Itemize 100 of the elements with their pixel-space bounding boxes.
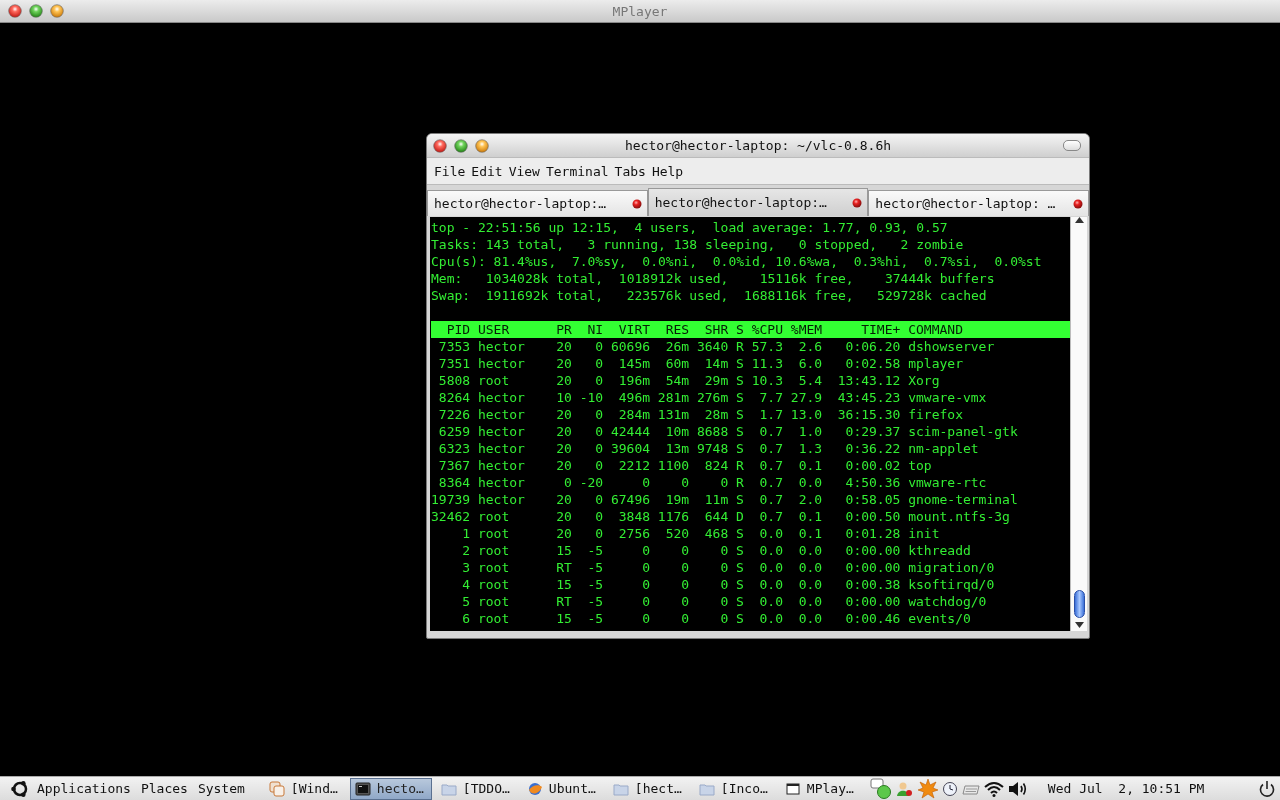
table-cell-text: 0:02.58 — [844, 355, 901, 372]
table-cell-text: 1 — [461, 525, 471, 542]
clock[interactable]: Wed Jul 2, 10:51 PM — [1047, 781, 1205, 796]
close-button[interactable] — [8, 4, 22, 18]
terminal-line: Cpu(s): 81.4%us, 7.0%sy, 0.0%ni, 0.0%id, 10.6%wa, 0.3%hi, 0.7%si, 0.0%st — [431, 253, 1043, 270]
table-cell: 39604 — [610, 440, 651, 457]
table-cell-text: 0 — [719, 559, 729, 576]
table-cell-text: 0:00.50 — [844, 508, 901, 525]
table-cell-text: 196m — [617, 372, 651, 389]
table-cell-text: 3848 — [617, 508, 651, 525]
minimize-button[interactable] — [475, 138, 489, 153]
menu-item[interactable]: Help — [648, 163, 687, 179]
close-icon[interactable] — [852, 197, 863, 208]
table-cell: S — [736, 389, 744, 406]
power-icon[interactable] — [1258, 779, 1276, 798]
starburst-icon[interactable] — [917, 778, 938, 799]
menu-item[interactable]: Places — [137, 781, 191, 796]
maximize-button[interactable] — [29, 4, 43, 18]
ubuntu-logo-icon[interactable] — [10, 778, 30, 799]
taskbar-button[interactable]: MPlay… — [779, 777, 862, 800]
taskbar-button[interactable]: [Wind… — [263, 777, 346, 800]
table-cell-text: 0.1 — [797, 525, 823, 542]
table-cell-text: hector — [477, 474, 526, 491]
table-cell: -20 — [579, 474, 604, 491]
scrollbar-thumb[interactable] — [1073, 590, 1085, 618]
toolbar-toggle-button[interactable] — [1063, 140, 1081, 151]
tab[interactable]: hector@hector-laptop: … — [868, 190, 1089, 216]
terminal-icon — [354, 780, 371, 797]
tab[interactable]: hector@hector-laptop:… — [647, 188, 869, 216]
table-cell-text: 0 — [563, 474, 572, 491]
table-cell-text: 26m — [664, 338, 690, 355]
table-cell-text: 7226 — [437, 406, 471, 423]
table-cell-text: 0 — [719, 576, 729, 593]
tab[interactable]: hector@hector-laptop:… — [427, 190, 648, 216]
table-cell: 1176 — [657, 508, 690, 525]
table-cell: S — [736, 525, 744, 542]
menu-item[interactable]: Terminal — [542, 163, 612, 179]
table-cell: 19739 — [431, 491, 471, 508]
down-arrow-icon[interactable] — [1074, 622, 1084, 628]
table-cell-text: 29m — [703, 372, 729, 389]
table-cell: 60696 — [610, 338, 651, 355]
table-cell-text: 1.7 — [758, 406, 783, 423]
clock-face-icon[interactable] — [941, 780, 958, 797]
menu-item[interactable]: File — [431, 163, 469, 179]
table-cell-text: 0 — [641, 576, 651, 593]
table-cell-text: 0:00.00 — [844, 542, 901, 559]
taskbar-button[interactable]: Ubunt… — [521, 777, 604, 800]
table-cell-text: root — [477, 508, 511, 525]
table-cell-text: 0.0 — [797, 559, 823, 576]
table-cell-text: mount.ntfs-3g — [908, 508, 1011, 525]
minimize-button[interactable] — [50, 4, 64, 18]
table-cell-text: hector — [477, 389, 526, 406]
up-arrow-icon[interactable] — [1074, 217, 1084, 223]
table-cell-text: 0:01.28 — [844, 525, 901, 542]
table-cell-text: hector — [477, 457, 526, 474]
table-cell-text: 0 — [594, 525, 604, 542]
table-cell: 8688 — [696, 423, 729, 440]
wifi-icon[interactable] — [983, 780, 1004, 797]
table-cell: 131m — [657, 406, 690, 423]
menu-item[interactable]: Tabs — [611, 163, 649, 179]
taskbar-button[interactable]: [Inco… — [693, 777, 776, 800]
table-cell-text: 520 — [664, 525, 690, 542]
window-title: MPlayer — [612, 3, 668, 19]
table-cell-text: dshowserver — [908, 338, 996, 355]
table-cell-text: 54m — [664, 372, 690, 389]
table-cell-text: vmware-rtc — [908, 474, 988, 491]
column-header: SHR — [703, 321, 729, 338]
table-cell: 10.3 — [751, 372, 783, 389]
taskbar-button[interactable]: [TDDO… — [435, 777, 518, 800]
table-cell-text: mplayer — [908, 355, 964, 372]
table-cell-text: 7351 — [437, 355, 471, 372]
close-icon[interactable] — [631, 198, 642, 209]
table-cell-text: 6 — [461, 610, 471, 627]
table-cell-text: 0.7 — [758, 508, 783, 525]
taskbar-button[interactable]: hecto… — [349, 777, 432, 800]
menu-item[interactable]: View — [505, 163, 543, 179]
table-cell: 27.9 — [790, 389, 823, 406]
table-cell-text: 3 — [461, 559, 471, 576]
menu-item[interactable]: System — [194, 781, 248, 796]
table-cell-text: 6323 — [437, 440, 471, 457]
menu-item[interactable]: Edit — [468, 163, 506, 179]
chat-status-icon[interactable] — [869, 777, 892, 800]
scrollbar[interactable] — [1070, 217, 1087, 631]
table-cell-text: hector — [477, 355, 526, 372]
taskbar-button[interactable]: [hect… — [607, 777, 690, 800]
table-cell-text: 0 — [641, 559, 651, 576]
table-cell: 67496 — [610, 491, 651, 508]
column-header: PID — [445, 321, 471, 338]
table-cell: 32462 — [431, 508, 471, 525]
maximize-button[interactable] — [454, 138, 468, 153]
close-icon[interactable] — [1073, 198, 1083, 209]
table-cell-text: events/0 — [908, 610, 972, 627]
table-cell-text: hector — [477, 440, 526, 457]
table-cell: 281m — [657, 389, 690, 406]
table-cell-text: hector — [477, 338, 526, 355]
table-cell-text: 0 — [719, 610, 729, 627]
menu-item[interactable]: Applications — [34, 781, 134, 796]
close-button[interactable] — [433, 138, 447, 153]
table-cell: S — [736, 440, 744, 457]
column-header: NI — [586, 321, 604, 338]
